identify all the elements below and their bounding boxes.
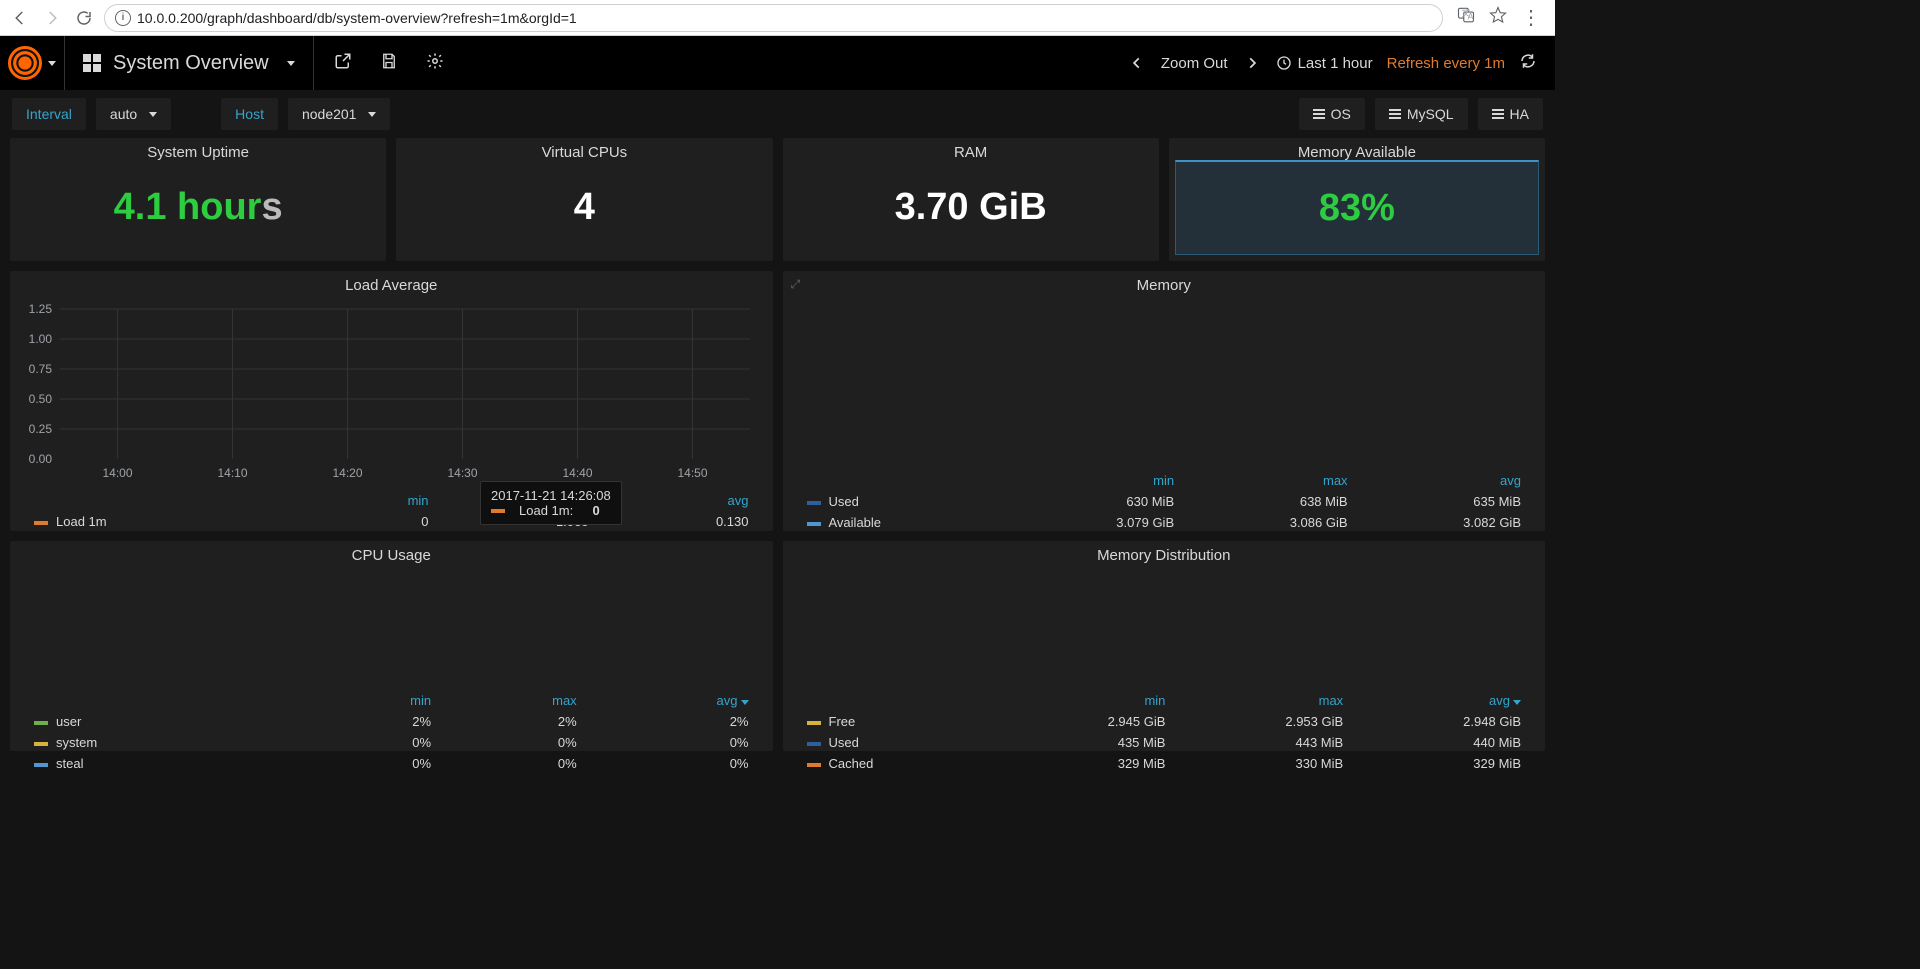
legend-row[interactable]: Available3.079 GiB3.086 GiB3.082 GiB [799, 513, 1530, 532]
chevron-down-icon [149, 112, 157, 117]
sort-icon[interactable] [1513, 700, 1521, 705]
browser-menu-icon[interactable]: ⋮ [1521, 5, 1541, 30]
menu-icon [1313, 109, 1325, 119]
time-forward-button[interactable] [1242, 56, 1262, 70]
svg-text:A: A [1468, 12, 1474, 22]
back-button[interactable] [8, 6, 32, 30]
cpu-chart[interactable] [10, 570, 773, 689]
panel-system-uptime[interactable]: System Uptime 4.1 hours [10, 138, 386, 261]
panel-load-average[interactable]: Load Average 0.00 0.25 0.50 0.75 1.00 1.25 14:… [10, 271, 773, 531]
panel-title: RAM [783, 138, 1159, 167]
svg-text:14:30: 14:30 [447, 466, 477, 480]
legend-row[interactable]: Free2.945 GiB2.953 GiB2.948 GiB [799, 712, 1530, 731]
panel-popout-icon[interactable]: ⤢ [791, 277, 801, 292]
legend-memdist: minmaxavg Free2.945 GiB2.953 GiB2.948 Gi… [783, 689, 1546, 781]
panel-cpu-usage[interactable]: CPU Usage minmaxavg user2%2%2%system0%0%… [10, 541, 773, 751]
clock-icon [1276, 55, 1292, 71]
dashboard-title-button[interactable]: System Overview [64, 36, 314, 90]
interval-select[interactable]: auto [96, 98, 171, 130]
panel-title: Memory Distribution [783, 541, 1546, 570]
legend-cpu: minmaxavg user2%2%2%system0%0%0%steal0%0… [10, 689, 773, 781]
host-select[interactable]: node201 [288, 98, 391, 130]
legend-memory: minmaxavg Used630 MiB638 MiB635 MiBAvail… [783, 469, 1546, 540]
forward-button[interactable] [40, 6, 64, 30]
panel-ram[interactable]: RAM 3.70 GiB [783, 138, 1159, 261]
stat-value: 83% [1175, 160, 1539, 255]
memory-chart[interactable] [783, 300, 1546, 469]
host-label: Host [221, 98, 278, 130]
site-info-icon[interactable]: i [115, 10, 131, 26]
panel-title: Memory [783, 271, 1546, 300]
load-chart[interactable]: 0.00 0.25 0.50 0.75 1.00 1.25 14:00 14:10 14:20 1… [10, 300, 773, 489]
legend-row[interactable]: Used630 MiB638 MiB635 MiB [799, 492, 1530, 511]
link-os[interactable]: OS [1299, 98, 1365, 130]
panel-title: CPU Usage [10, 541, 773, 570]
stat-value: 3.70 GiB [783, 167, 1159, 247]
legend-row[interactable]: Load 1m01.0600.130 [26, 512, 757, 531]
time-range-label: Last 1 hour [1298, 55, 1373, 72]
legend-row[interactable]: steal0%0%0% [26, 754, 757, 773]
save-button[interactable] [380, 52, 398, 75]
browser-toolbar: i 10.0.0.200/graph/dashboard/db/system-o… [0, 0, 1555, 36]
refresh-rate-button[interactable]: Refresh every 1m [1387, 55, 1505, 72]
svg-text:0.00: 0.00 [29, 452, 53, 466]
chart-tooltip: 2017-11-21 14:26:08 Load 1m: 0 [480, 481, 622, 525]
legend-row[interactable]: Cached329 MiB330 MiB329 MiB [799, 754, 1530, 773]
reload-button[interactable] [72, 6, 96, 30]
chevron-down-icon [287, 61, 295, 66]
panel-title: Load Average [10, 271, 773, 300]
svg-text:1.00: 1.00 [29, 332, 53, 346]
menu-icon [1389, 109, 1401, 119]
interval-label: Interval [12, 98, 86, 130]
svg-text:14:10: 14:10 [217, 466, 247, 480]
panel-title: System Uptime [10, 138, 386, 167]
url-text: 10.0.0.200/graph/dashboard/db/system-ove… [137, 10, 577, 26]
legend-row[interactable]: Used435 MiB443 MiB440 MiB [799, 733, 1530, 752]
legend-row[interactable]: system0%0%0% [26, 733, 757, 752]
svg-text:14:20: 14:20 [332, 466, 362, 480]
link-ha[interactable]: HA [1478, 98, 1543, 130]
panel-memory-distribution[interactable]: Memory Distribution minmaxavg Free2.945 … [783, 541, 1546, 751]
stat-value: 4 [396, 167, 772, 247]
svg-text:0.50: 0.50 [29, 392, 53, 406]
legend-row[interactable]: user2%2%2% [26, 712, 757, 731]
time-back-button[interactable] [1127, 56, 1147, 70]
url-bar[interactable]: i 10.0.0.200/graph/dashboard/db/system-o… [104, 4, 1443, 32]
panel-title: Virtual CPUs [396, 138, 772, 167]
translate-icon[interactable]: 文A [1457, 6, 1475, 29]
share-button[interactable] [334, 52, 352, 75]
dashboard-title: System Overview [113, 52, 269, 75]
refresh-now-button[interactable] [1519, 52, 1537, 74]
panel-memory[interactable]: ⤢ Memory minmaxavg Used630 MiB638 MiB635… [783, 271, 1546, 531]
svg-text:14:00: 14:00 [102, 466, 132, 480]
dashboard-icon [83, 54, 101, 72]
svg-text:14:40: 14:40 [562, 466, 592, 480]
bookmark-icon[interactable] [1489, 6, 1507, 29]
stat-value: 4.1 hour [114, 186, 262, 229]
svg-text:14:50: 14:50 [677, 466, 707, 480]
variable-bar: Interval auto Host node201 OS MySQL HA [0, 90, 1555, 138]
time-range-button[interactable]: Last 1 hour [1276, 55, 1373, 72]
menu-icon [1492, 109, 1504, 119]
panel-memory-available[interactable]: Memory Available 83% [1169, 138, 1545, 261]
sort-icon[interactable] [741, 700, 749, 705]
svg-text:0.75: 0.75 [29, 362, 53, 376]
top-nav: System Overview Zoom Out Last 1 hour Ref… [0, 36, 1555, 90]
zoom-out-button[interactable]: Zoom Out [1161, 55, 1228, 72]
panel-virtual-cpus[interactable]: Virtual CPUs 4 [396, 138, 772, 261]
stat-suffix: s [261, 186, 282, 229]
tooltip-swatch [491, 509, 505, 513]
chevron-down-icon [368, 112, 376, 117]
chevron-down-icon [48, 61, 56, 66]
legend-load: minmaxavg Load 1m01.0600.130 [10, 489, 773, 539]
svg-text:1.25: 1.25 [29, 304, 53, 316]
svg-text:0.25: 0.25 [29, 422, 53, 436]
tooltip-timestamp: 2017-11-21 14:26:08 [491, 488, 611, 503]
memdist-chart[interactable] [783, 570, 1546, 689]
grafana-logo-icon [8, 46, 42, 80]
link-mysql[interactable]: MySQL [1375, 98, 1468, 130]
logo-button[interactable] [0, 36, 64, 90]
settings-button[interactable] [426, 52, 444, 75]
